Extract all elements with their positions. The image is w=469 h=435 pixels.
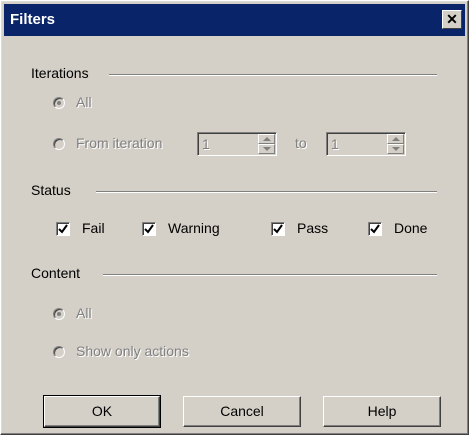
help-button[interactable]: Help xyxy=(323,396,441,427)
fail-label: Fail xyxy=(82,220,105,236)
iterations-group-label: Iterations xyxy=(31,65,89,81)
arrow-down-icon xyxy=(263,147,271,151)
arrow-up-icon xyxy=(392,137,400,141)
title-bar[interactable]: Filters ✕ xyxy=(4,4,465,36)
to-iteration-value: 1 xyxy=(331,136,339,152)
iterations-all-radio[interactable] xyxy=(53,97,65,109)
status-divider xyxy=(96,191,437,193)
to-iteration-up-button[interactable] xyxy=(387,134,404,144)
content-divider xyxy=(103,274,437,276)
checkmark-icon xyxy=(370,224,380,234)
done-checkbox[interactable] xyxy=(368,222,382,236)
iterations-divider xyxy=(109,74,437,76)
arrow-up-icon xyxy=(263,137,271,141)
content-show-actions-label: Show only actions xyxy=(76,343,189,359)
checkmark-icon xyxy=(273,224,283,234)
cancel-button[interactable]: Cancel xyxy=(183,396,301,427)
arrow-down-icon xyxy=(392,147,400,151)
content-group-label: Content xyxy=(31,265,81,281)
from-iteration-down-button[interactable] xyxy=(258,144,275,154)
from-iteration-value: 1 xyxy=(202,136,210,152)
to-iteration-down-button[interactable] xyxy=(387,144,404,154)
content-all-label: All xyxy=(76,305,92,321)
checkmark-icon xyxy=(144,224,154,234)
from-iteration-up-button[interactable] xyxy=(258,134,275,144)
close-button[interactable]: ✕ xyxy=(442,10,462,29)
content-show-actions-radio[interactable] xyxy=(53,346,65,358)
to-label: to xyxy=(295,135,307,151)
warning-label: Warning xyxy=(168,220,220,236)
filters-dialog: Filters ✕ Iterations All From iteration … xyxy=(0,0,469,435)
pass-label: Pass xyxy=(297,220,329,236)
iterations-from-radio[interactable] xyxy=(53,138,65,150)
pass-checkbox[interactable] xyxy=(271,222,285,236)
done-label: Done xyxy=(394,220,428,236)
close-icon: ✕ xyxy=(446,11,458,27)
iterations-all-label: All xyxy=(76,94,92,110)
fail-checkbox[interactable] xyxy=(56,222,70,236)
ok-button[interactable]: OK xyxy=(43,395,161,428)
content-all-radio[interactable] xyxy=(53,308,65,320)
checkmark-icon xyxy=(58,224,68,234)
to-iteration-spinner[interactable]: 1 xyxy=(326,132,406,156)
iterations-from-label: From iteration xyxy=(76,135,163,151)
status-group-label: Status xyxy=(31,182,71,198)
dialog-title: Filters xyxy=(10,11,56,28)
from-iteration-spinner[interactable]: 1 xyxy=(197,132,277,156)
warning-checkbox[interactable] xyxy=(142,222,156,236)
